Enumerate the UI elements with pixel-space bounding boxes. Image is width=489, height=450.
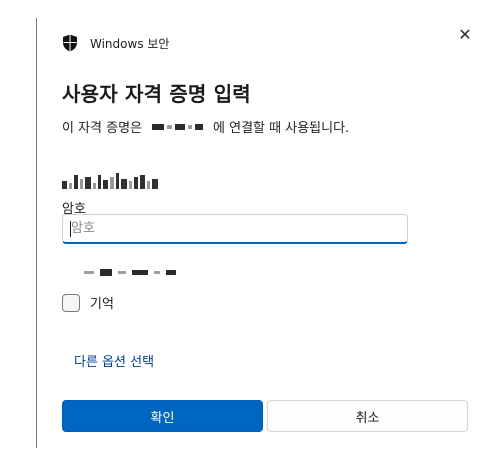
remember-checkbox[interactable] <box>62 293 80 312</box>
password-input[interactable] <box>62 214 408 244</box>
description-suffix: 에 연결할 때 사용됩니다. <box>213 121 350 136</box>
redacted-username <box>62 165 158 189</box>
dialog-header: Windows 보안 <box>62 34 169 52</box>
close-icon: ✕ <box>458 24 472 44</box>
description: 이 자격 증명은 에 연결할 때 사용됩니다. <box>62 117 349 136</box>
description-prefix: 이 자격 증명은 <box>62 121 143 136</box>
remember-label: 기억 <box>90 297 114 312</box>
close-button[interactable]: ✕ <box>455 24 475 44</box>
app-title: Windows 보안 <box>90 36 170 51</box>
shield-icon <box>62 34 78 52</box>
ok-button[interactable]: 확인 <box>62 400 263 432</box>
credential-dialog: Windows 보안 ✕ 사용자 자격 증명 입력 이 자격 증명은 에 연결할… <box>0 0 489 450</box>
more-options-link[interactable]: 다른 옵션 선택 <box>74 351 154 370</box>
redacted-server-name <box>152 122 204 132</box>
cancel-button[interactable]: 취소 <box>267 400 468 432</box>
page-title: 사용자 자격 증명 입력 <box>62 82 251 106</box>
redacted-domain-hint <box>84 266 176 278</box>
text-caret <box>70 221 71 237</box>
remember-checkbox-row[interactable]: 기억 <box>62 293 114 312</box>
window-edge <box>36 18 37 448</box>
